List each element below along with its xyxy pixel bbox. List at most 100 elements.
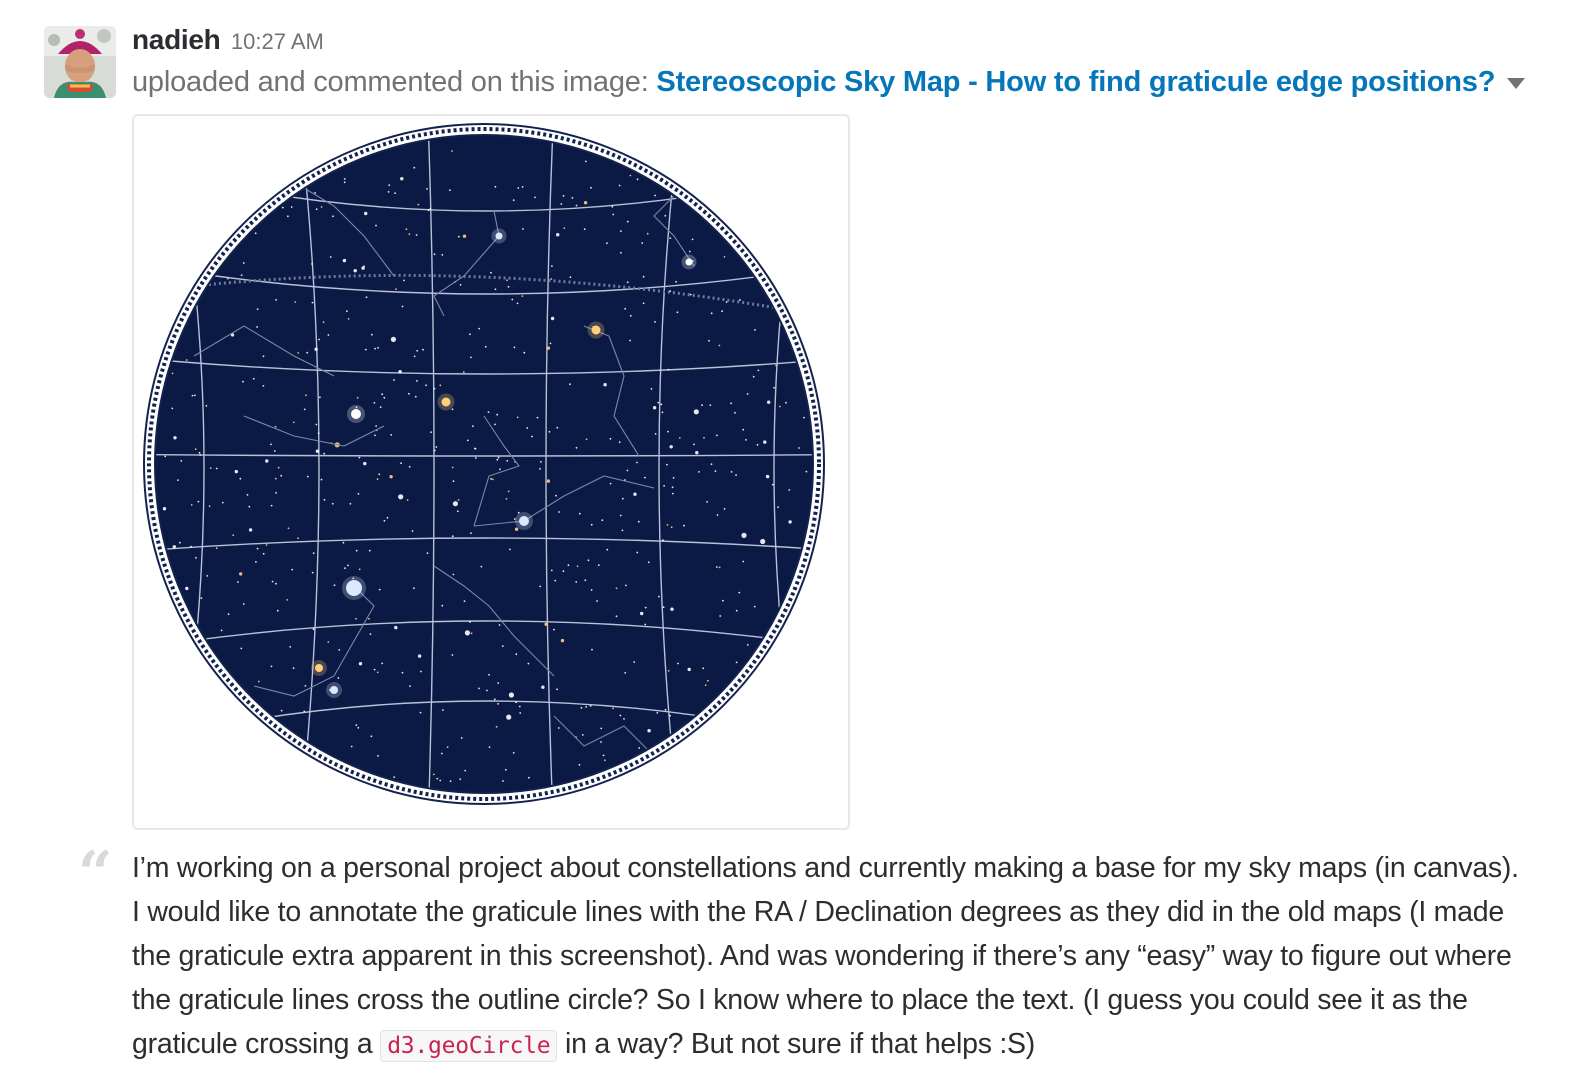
star — [349, 502, 352, 505]
star — [490, 271, 492, 274]
star — [518, 705, 521, 708]
star — [333, 584, 336, 587]
star — [376, 478, 379, 480]
caret-down-icon[interactable] — [1507, 77, 1526, 89]
star — [276, 609, 279, 612]
star — [190, 545, 192, 548]
star — [409, 685, 411, 687]
star — [633, 492, 637, 496]
star — [297, 352, 300, 354]
star — [629, 339, 631, 342]
star — [242, 380, 244, 383]
star — [602, 754, 605, 757]
star — [356, 396, 359, 399]
star — [498, 624, 501, 626]
star — [413, 355, 416, 358]
star — [670, 526, 673, 529]
star — [355, 724, 358, 726]
star — [554, 579, 557, 582]
star — [270, 443, 272, 446]
star — [329, 256, 332, 258]
star — [589, 705, 592, 707]
star — [583, 201, 588, 205]
star — [420, 670, 422, 673]
star — [323, 498, 326, 501]
star — [612, 213, 615, 216]
star — [683, 524, 685, 527]
star — [194, 448, 197, 451]
star — [515, 701, 517, 704]
star — [584, 579, 587, 582]
star — [624, 307, 627, 310]
star — [470, 356, 472, 359]
star — [460, 737, 463, 739]
star — [551, 265, 553, 267]
star — [386, 516, 389, 519]
star — [693, 409, 699, 415]
star — [469, 621, 471, 623]
star — [576, 565, 579, 568]
avatar[interactable] — [44, 26, 116, 98]
image-attachment[interactable] — [132, 114, 850, 830]
star — [560, 638, 565, 643]
star — [723, 508, 726, 510]
star — [464, 630, 470, 636]
star — [512, 752, 515, 754]
star — [600, 727, 603, 730]
star — [374, 347, 376, 350]
star — [303, 408, 306, 411]
star — [550, 569, 553, 572]
star — [227, 613, 230, 616]
star — [670, 607, 674, 611]
star — [516, 302, 519, 305]
star — [332, 215, 334, 218]
star — [459, 778, 462, 780]
star — [619, 514, 622, 517]
star — [495, 725, 498, 728]
star — [677, 662, 679, 665]
star — [710, 463, 713, 466]
star — [609, 437, 612, 440]
star — [745, 439, 747, 441]
star — [355, 617, 357, 620]
star — [363, 265, 365, 268]
star — [641, 242, 644, 244]
star — [601, 519, 604, 522]
star — [314, 347, 318, 351]
star — [654, 433, 657, 435]
star — [456, 510, 459, 513]
star — [368, 549, 371, 552]
star — [719, 615, 722, 617]
star — [667, 670, 670, 672]
star — [734, 411, 736, 414]
star — [257, 680, 260, 683]
star — [185, 586, 189, 591]
file-title-link[interactable]: Stereoscopic Sky Map - How to find grati… — [656, 66, 1495, 98]
star — [528, 776, 530, 779]
star — [521, 295, 524, 297]
star — [556, 233, 560, 237]
star — [767, 400, 771, 404]
star — [575, 446, 578, 449]
star — [575, 581, 578, 583]
star — [765, 474, 770, 479]
star — [255, 561, 257, 563]
star — [563, 227, 566, 229]
username[interactable]: nadieh — [132, 24, 221, 55]
star — [725, 301, 728, 303]
star — [558, 511, 560, 513]
star — [647, 729, 651, 733]
star — [701, 404, 703, 406]
star — [413, 166, 416, 169]
star — [240, 647, 243, 650]
star — [414, 395, 417, 398]
star — [417, 654, 422, 658]
star — [463, 600, 466, 602]
star — [446, 746, 449, 748]
star — [730, 471, 733, 473]
star — [327, 641, 330, 643]
timestamp[interactable]: 10:27 AM — [231, 29, 324, 54]
star — [556, 426, 559, 429]
star — [513, 346, 516, 349]
star — [671, 486, 674, 489]
